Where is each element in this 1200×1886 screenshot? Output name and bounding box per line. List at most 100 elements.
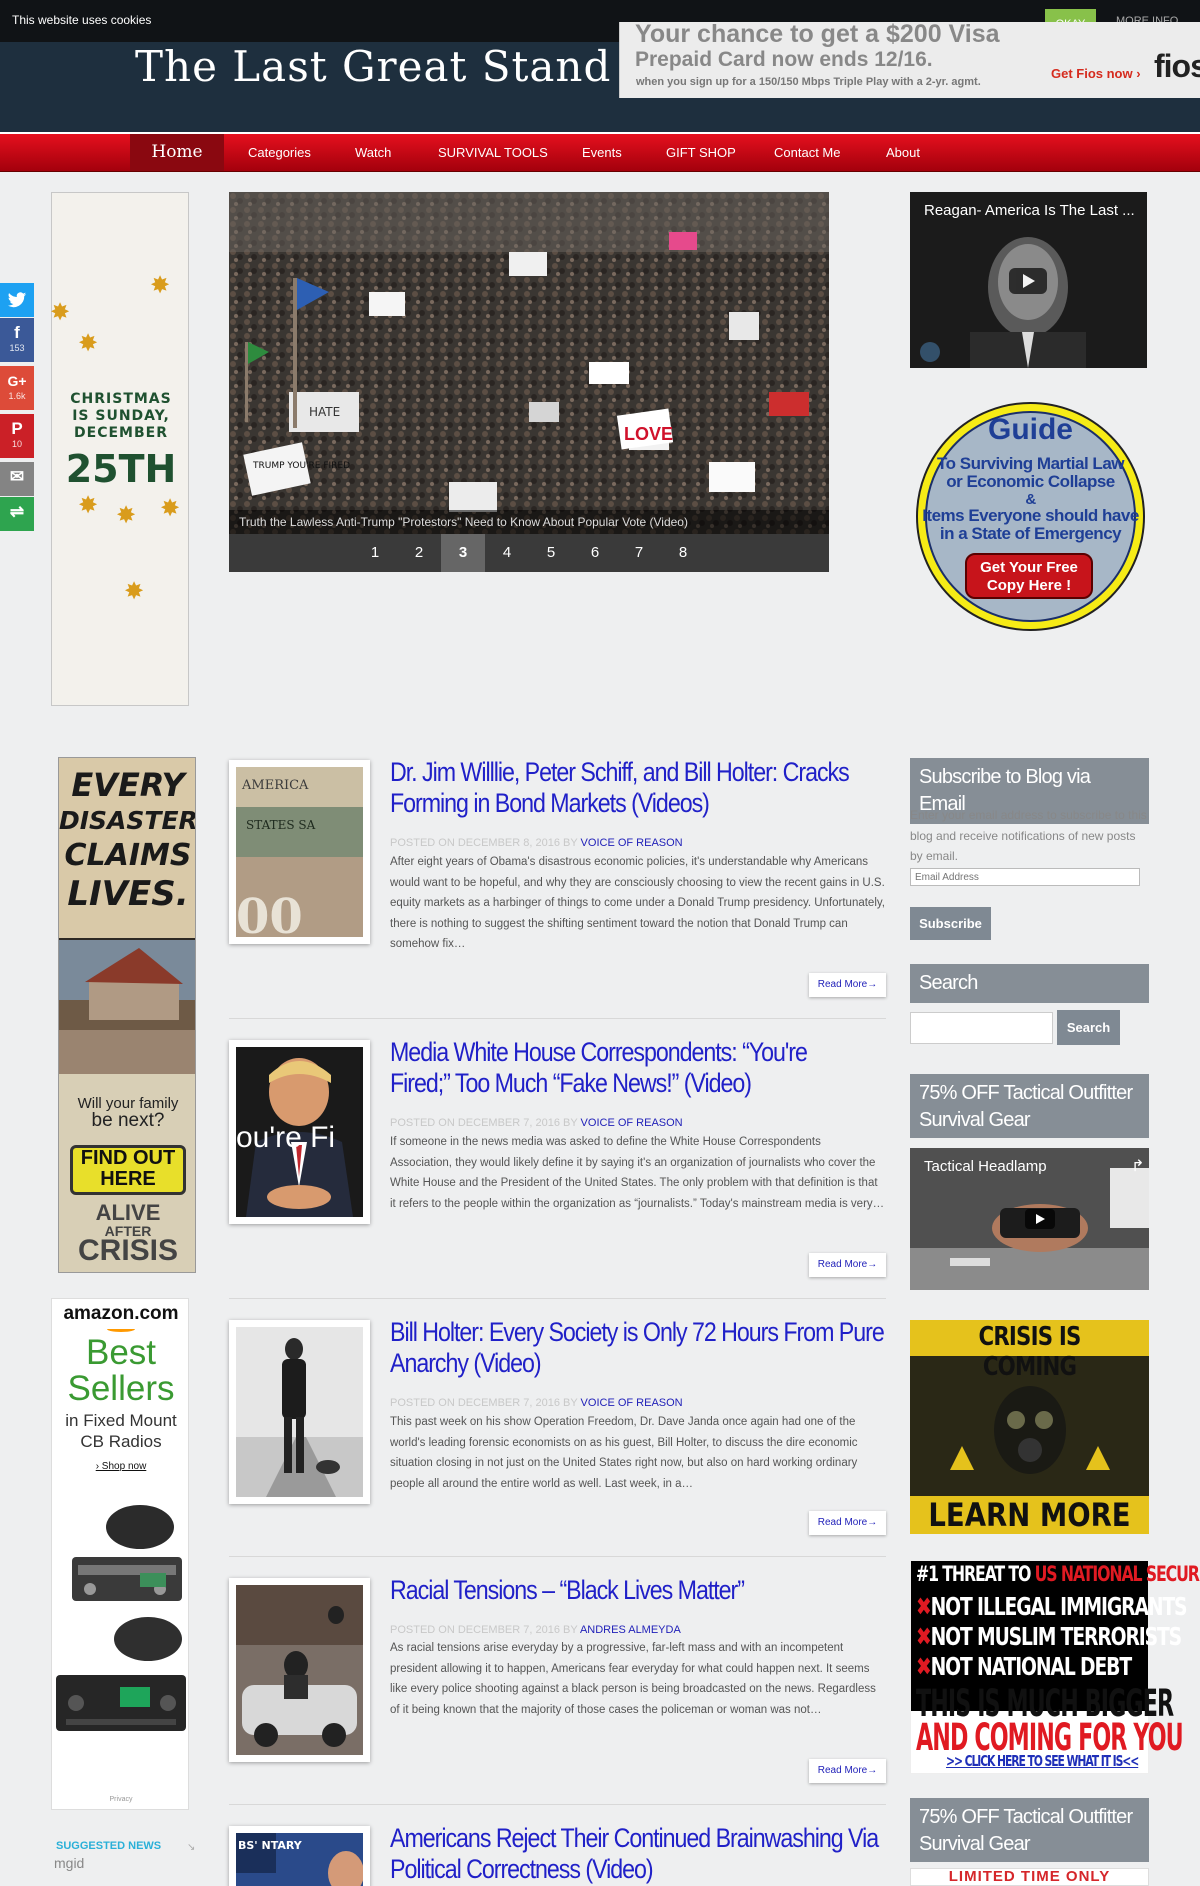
ad-cta-link[interactable]: Get Fios now › xyxy=(1051,66,1141,81)
alive-after-crisis-logo: ALIVE AFTER CRISIS xyxy=(59,1200,195,1266)
xmas-line-1: CHRISTMAS xyxy=(70,391,172,407)
search-input[interactable] xyxy=(910,1012,1053,1044)
article-author-link[interactable]: ANDRES ALMEYDA xyxy=(580,1624,681,1636)
facebook-share-button[interactable]: f 153 xyxy=(0,318,34,362)
article-thumbnail[interactable] xyxy=(229,1320,370,1504)
amazon-privacy-link[interactable]: Privacy xyxy=(52,1796,190,1803)
article-title-line-2: Fired;” Too Much “Fake News!” (Video) xyxy=(390,1068,752,1098)
mad-max-image xyxy=(236,1327,363,1497)
article-author-link[interactable]: VOICE OF REASON xyxy=(581,1397,683,1409)
article-title-link[interactable]: Media White House Correspondents: “You'r… xyxy=(390,1037,893,1099)
nav-item-about[interactable]: About xyxy=(886,145,920,160)
article-excerpt: If someone in the news media was asked t… xyxy=(390,1136,885,1210)
google-plus-share-count: 1.6k xyxy=(8,391,26,401)
nav-item-home[interactable]: Home xyxy=(130,134,224,171)
article-thumbnail[interactable]: AMERICA STATES SA 00 xyxy=(229,760,370,944)
slider-page-6[interactable]: 6 xyxy=(573,534,617,572)
article-excerpt: This past week on his show Operation Fre… xyxy=(390,1416,858,1490)
read-more-button[interactable]: Read More→ xyxy=(809,1511,886,1535)
crisis-is-coming-ad[interactable]: CRISIS IS COMING LEARN MORE xyxy=(910,1320,1149,1534)
nav-item-survival-tools[interactable]: SURVIVAL TOOLS xyxy=(438,145,548,160)
nav-item-contact-me[interactable]: Contact Me xyxy=(774,145,840,160)
slider-page-8[interactable]: 8 xyxy=(661,534,705,572)
share-arrow-icon[interactable]: ↱ xyxy=(1131,1156,1144,1175)
find-out-line-1: FIND OUT xyxy=(80,1147,176,1169)
article-title-line-2: Forming in Bond Markets (Videos) xyxy=(390,788,710,818)
article-author-link[interactable]: VOICE OF REASON xyxy=(581,1117,683,1129)
nav-item-watch[interactable]: Watch xyxy=(355,145,391,160)
email-share-button[interactable]: ✉ xyxy=(0,462,34,496)
article-posted: POSTED ON DECEMBER 7, 2016 BY xyxy=(390,1624,578,1636)
read-more-button[interactable]: Read More→ xyxy=(809,1253,886,1277)
article-meta: POSTED ON DECEMBER 7, 2016 BY ANDRES ALM… xyxy=(390,1624,681,1636)
search-button[interactable]: Search xyxy=(1057,1010,1120,1045)
slider-page-7[interactable]: 7 xyxy=(617,534,661,572)
slider-image[interactable]: LOVE HATE TRUMP YOU'RE FIRED xyxy=(229,192,829,534)
pinterest-share-button[interactable]: P 10 xyxy=(0,414,34,458)
article-title-link[interactable]: Americans Reject Their Continued Brainwa… xyxy=(390,1823,893,1885)
email-icon: ✉ xyxy=(9,467,25,486)
article-title-link[interactable]: Dr. Jim Willlie, Peter Schiff, and Bill … xyxy=(390,757,893,819)
twitter-share-button[interactable] xyxy=(0,283,34,317)
email-input[interactable] xyxy=(910,868,1140,886)
amazon-ad[interactable]: amazon.com Best Sellers in Fixed Mount C… xyxy=(51,1298,189,1810)
article-thumbnail[interactable] xyxy=(229,1578,370,1762)
slider-page-4[interactable]: 4 xyxy=(485,534,529,572)
article-thumbnail[interactable]: BS' NTARY xyxy=(229,1826,370,1886)
star-icon: ✸ xyxy=(160,494,181,522)
threat-line-4: ✖NOT NATIONAL DEBT xyxy=(916,1652,1132,1681)
tactical2-title-line-2: Survival Gear xyxy=(919,1833,1031,1855)
nav-item-events[interactable]: Events xyxy=(582,145,622,160)
article-title-line-1: Media White House Correspondents: “You'r… xyxy=(390,1037,808,1067)
guide-ad-button[interactable]: Get Your Free Copy Here ! xyxy=(965,553,1093,599)
subscribe-description: Enter your email address to subscribe to… xyxy=(910,808,1147,863)
headlamp-video-title[interactable]: Tactical Headlamp xyxy=(924,1158,1047,1175)
play-button[interactable] xyxy=(1009,268,1047,294)
amazon-shop-now-link[interactable]: › Shop now xyxy=(52,1461,190,1472)
slider-caption[interactable]: Truth the Lawless Anti-Trump "Protestors… xyxy=(229,510,829,534)
logo-line-1: ALIVE xyxy=(95,1200,161,1225)
riot-police-car-image xyxy=(236,1585,363,1755)
read-more-button[interactable]: Read More→ xyxy=(809,1759,886,1783)
nav-item-gift-shop[interactable]: GIFT SHOP xyxy=(666,145,736,160)
mgid-logo: mgid xyxy=(54,1855,85,1871)
more-share-button[interactable]: ⇌ xyxy=(0,497,34,531)
disaster-ad[interactable]: EVERY DISASTER CLAIMS LIVES. Will your f… xyxy=(58,757,196,1273)
article-title-line-2: Anarchy (Video) xyxy=(390,1348,542,1378)
site-title[interactable]: The Last Great Stand xyxy=(135,42,611,91)
mgid-info-icon[interactable]: ↘ xyxy=(187,1842,195,1853)
google-plus-share-button[interactable]: G+ 1.6k xyxy=(0,366,34,410)
play-icon xyxy=(1036,1214,1045,1224)
limited-time-banner[interactable]: LIMITED TIME ONLY xyxy=(910,1868,1149,1886)
amazon-line-3: in Fixed Mount xyxy=(65,1411,177,1430)
threat-click-here-link[interactable]: >> CLICK HERE TO SEE WHAT IT IS<< xyxy=(946,1752,1139,1770)
article-thumbnail[interactable]: ou're Fi xyxy=(229,1040,370,1224)
tactical-widget-title-2: 75% OFF Tactical Outfitter Survival Gear xyxy=(910,1798,1149,1862)
disaster-line-1: EVERY xyxy=(71,766,185,804)
slider-page-3[interactable]: 3 xyxy=(441,534,485,572)
reagan-video-title[interactable]: Reagan- America Is The Last ... xyxy=(924,202,1135,219)
christmas-ad[interactable]: ✸ ✸ ✸ ✸ ✸ ✸ ✸ CHRISTMAS IS SUNDAY, DECEM… xyxy=(50,192,189,706)
article-author-link[interactable]: VOICE OF REASON xyxy=(581,837,683,849)
article-meta: POSTED ON DECEMBER 7, 2016 BY VOICE OF R… xyxy=(390,1117,683,1129)
crisis-learn-more: LEARN MORE xyxy=(928,1496,1131,1534)
article-posted: POSTED ON DECEMBER 8, 2016 BY xyxy=(390,837,578,849)
slider-page-1[interactable]: 1 xyxy=(353,534,397,572)
subscribe-button[interactable]: Subscribe xyxy=(910,907,991,940)
article-title-link[interactable]: Bill Holter: Every Society is Only 72 Ho… xyxy=(390,1317,893,1379)
slider-page-2[interactable]: 2 xyxy=(397,534,441,572)
tactical2-title-line-1: 75% OFF Tactical Outfitter xyxy=(919,1806,1133,1828)
find-out-here-button[interactable]: FIND OUT HERE xyxy=(70,1145,186,1195)
guide-ad-line-4: Items Everyone should have xyxy=(922,506,1139,525)
xmas-day: 25TH xyxy=(65,447,177,491)
header-banner-ad[interactable]: Your chance to get a $200 Visa Prepaid C… xyxy=(619,22,1200,98)
article-title-link[interactable]: Racial Tensions – “Black Lives Matter” xyxy=(390,1575,893,1606)
article-meta: POSTED ON DECEMBER 8, 2016 BY VOICE OF R… xyxy=(390,837,683,849)
slider-page-5[interactable]: 5 xyxy=(529,534,573,572)
read-more-button[interactable]: Read More→ xyxy=(809,973,886,997)
nav-item-categories[interactable]: Categories xyxy=(248,145,311,160)
sign-hate: HATE xyxy=(309,405,340,419)
guide-btn-line-2: Copy Here ! xyxy=(986,577,1072,594)
ad-subheadline: Prepaid Card now ends 12/16. xyxy=(635,48,933,71)
play-button[interactable] xyxy=(1025,1209,1055,1229)
